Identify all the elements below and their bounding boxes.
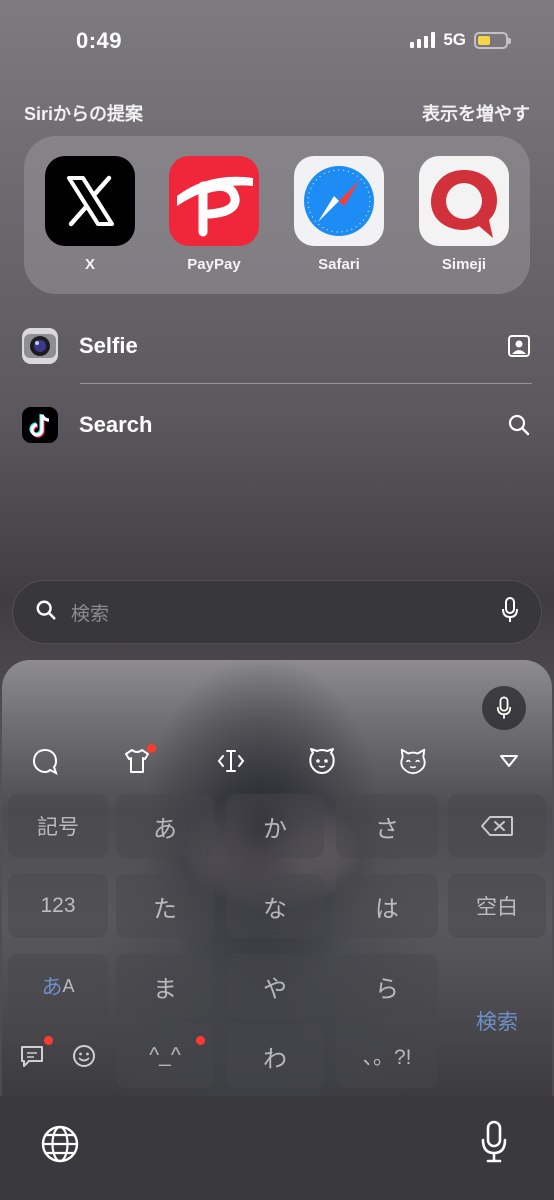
siri-suggestions-header: Siriからの提案 表示を増やす [24,100,530,126]
key-a[interactable]: あ [116,794,214,858]
punctuation-key[interactable]: 、。?! [336,1024,438,1088]
signal-bars-icon [410,32,436,48]
kaomoji-cat-icon[interactable] [398,746,428,776]
number-mode-key[interactable]: 123 [8,874,108,938]
shortcut-selfie[interactable]: Selfie [22,316,532,376]
app-paypay[interactable]: PayPay [169,156,259,273]
voice-input-button[interactable] [482,686,526,730]
key-sa[interactable]: さ [336,794,438,858]
shortcut-search[interactable]: Search [22,395,532,455]
contact-card-icon[interactable] [506,333,532,359]
kaomoji-key[interactable]: ^_^ [116,1024,214,1088]
symbol-key[interactable]: 記号 [8,794,108,858]
key-na[interactable]: な [226,874,324,938]
shortcut-label: Search [79,412,153,437]
status-indicators: 5G [410,30,511,50]
network-type: 5G [443,30,466,49]
notification-dot [147,744,156,753]
key-ra[interactable]: ら [336,954,438,1018]
app-label: Safari [318,256,360,273]
tiktok-app-icon [22,407,58,443]
search-return-key[interactable]: 検索 [448,994,546,1096]
shortcut-label: Selfie [79,333,138,358]
search-placeholder: 検索 [71,603,110,625]
emoji-face-icon[interactable] [307,746,337,776]
delete-key[interactable] [448,794,546,858]
app-safari[interactable]: Safari [294,156,384,273]
key-ya[interactable]: や [226,954,324,1018]
app-simeji[interactable]: Simeji [419,156,509,273]
globe-icon[interactable] [40,1124,80,1169]
spotlight-search-field[interactable]: 検索 [12,580,542,644]
app-label: Simeji [441,256,487,273]
search-icon [35,599,57,626]
clock: 0:49 [76,28,123,53]
app-label: PayPay [187,256,241,273]
siri-suggestions-title: Siriからの提案 [24,104,144,124]
kaomoji-label: ^_^ [149,1044,181,1067]
camera-app-icon [22,328,58,364]
search-icon[interactable] [506,412,532,438]
siri-app-suggestions: X PayPay Safari Simeji [24,136,530,294]
dictation-microphone-icon[interactable] [480,1120,508,1169]
backspace-icon [481,816,513,836]
x-app-icon [45,156,135,246]
emoji-key[interactable] [60,1024,108,1088]
simeji-app-icon [419,156,509,246]
battery-icon [474,31,511,49]
space-key[interactable]: 空白 [448,874,546,938]
smiley-icon [73,1045,95,1067]
microphone-icon[interactable] [501,596,519,628]
key-ha[interactable]: は [336,874,438,938]
safari-app-icon [294,156,384,246]
key-wa[interactable]: わ [226,1024,324,1088]
keyboard-system-bar [0,1096,554,1200]
chat-icon [21,1046,43,1067]
notification-dot [44,1036,53,1045]
key-ta[interactable]: た [116,874,214,938]
key-ka[interactable]: か [226,794,324,858]
simeji-logo-icon[interactable] [30,746,60,776]
kana-label: あ [41,976,63,999]
key-ma[interactable]: ま [116,954,214,1018]
chat-bubble-key[interactable] [8,1024,56,1088]
status-bar: 0:49 5G [0,0,554,86]
skin-shirt-icon[interactable] [122,744,156,776]
collapse-keyboard-icon[interactable] [494,746,524,776]
simeji-keyboard: 記号 あ か さ 123 た な は 空白 あA ま や ら 検索 ^_^ わ … [2,660,552,1096]
input-mode-key[interactable]: あA [8,954,108,1018]
cursor-move-icon[interactable] [216,746,246,776]
app-x[interactable]: X [45,156,135,273]
divider [80,383,532,384]
show-more-button[interactable]: 表示を増やす [422,100,530,126]
app-label: X [84,256,95,273]
alpha-label: A [62,975,75,996]
notification-dot [196,1036,205,1045]
paypay-app-icon [169,156,259,246]
